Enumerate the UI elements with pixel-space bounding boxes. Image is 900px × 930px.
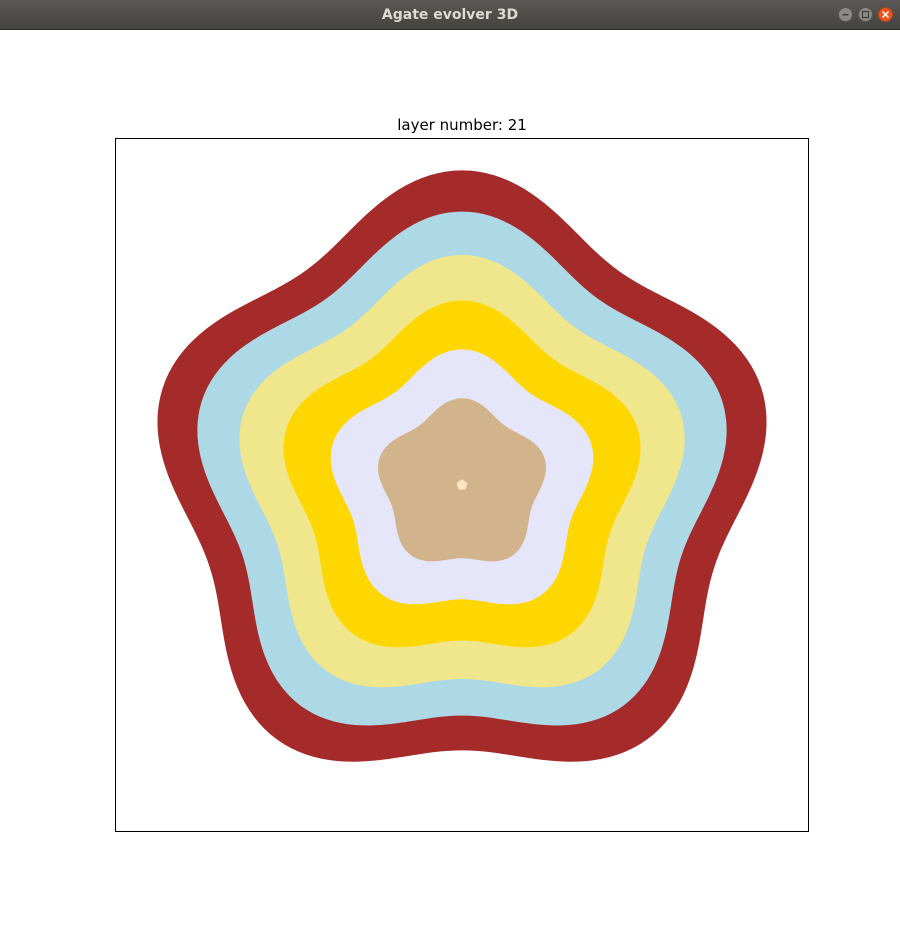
close-button[interactable] (878, 7, 893, 22)
window-title: Agate evolver 3D (381, 7, 519, 23)
plot-title: layer number: 21 (397, 116, 527, 134)
agate-layers-plot (157, 170, 767, 762)
close-icon (882, 11, 889, 18)
maximize-button[interactable] (858, 7, 873, 22)
app-window: Agate evolver 3D layer number: 21 (0, 0, 900, 930)
maximize-icon (861, 10, 870, 19)
minimize-button[interactable] (838, 7, 853, 22)
minimize-icon (842, 14, 849, 16)
title-bar[interactable]: Agate evolver 3D (0, 0, 900, 30)
plot-area (115, 138, 809, 832)
